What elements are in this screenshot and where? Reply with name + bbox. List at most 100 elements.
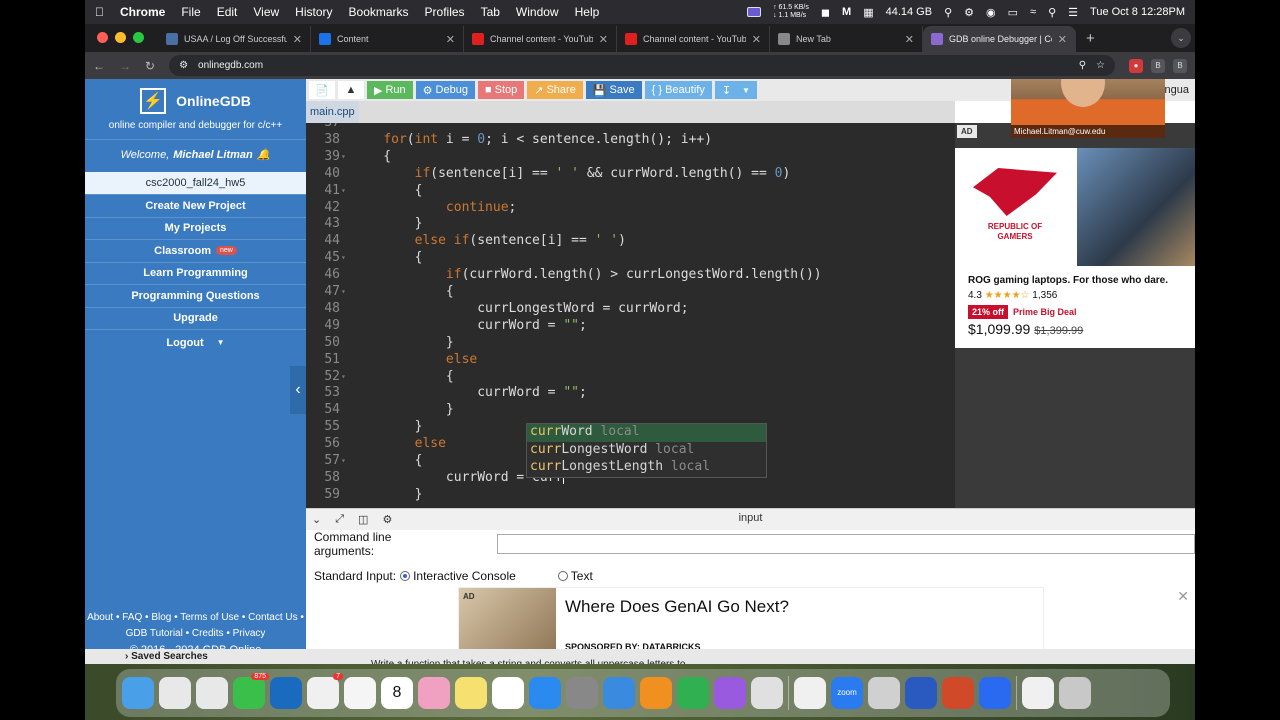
zoom-icon[interactable]: zoom — [831, 677, 863, 709]
browser-tab[interactable]: New Tab ✕ — [770, 26, 923, 52]
fold-arrow-icon[interactable]: ▾ — [341, 152, 346, 161]
collapse-sidebar-button[interactable]: ‹ — [290, 366, 306, 414]
download-button[interactable]: ↧ ▼ — [714, 81, 757, 99]
new-file-icon[interactable]: 📄 — [309, 81, 335, 99]
autocomplete-item[interactable]: currLongestWord local — [527, 442, 766, 460]
control-center-icon[interactable]: ☰ — [1068, 6, 1078, 19]
menu-window[interactable]: Window — [516, 5, 559, 19]
screen-mirroring-icon[interactable] — [747, 7, 762, 17]
back-icon[interactable]: ← — [93, 59, 105, 73]
wifi-icon[interactable]: ≈ — [1030, 6, 1036, 18]
feedback-icon[interactable] — [714, 677, 746, 709]
sidebar-item-learn-programming[interactable]: Learn Programming — [85, 261, 306, 285]
clock[interactable]: Tue Oct 8 12:28PM — [1090, 6, 1185, 18]
autocomplete-item[interactable]: currWord local — [527, 424, 766, 442]
trash-icon[interactable] — [1059, 677, 1091, 709]
menu-edit[interactable]: Edit — [217, 5, 238, 19]
apple-icon[interactable]:  — [95, 5, 104, 19]
extension-icon[interactable]: ● — [1129, 58, 1143, 73]
close-tab-icon[interactable]: ✕ — [293, 33, 302, 46]
code-line[interactable]: } — [352, 335, 454, 350]
current-project[interactable]: csc2000_fall24_hw5 — [85, 172, 306, 194]
close-tab-icon[interactable]: ✕ — [446, 33, 455, 46]
site-info-icon[interactable]: ⚙ — [179, 60, 188, 71]
code-line[interactable]: currLongestWord = currWord; — [352, 301, 688, 316]
menu-file[interactable]: File — [181, 5, 200, 19]
browser-tab[interactable]: Channel content - YouTube S ✕ — [464, 26, 617, 52]
camera-icon[interactable]: ◼ — [821, 6, 830, 19]
code-line[interactable]: } — [352, 216, 423, 231]
share-button[interactable]: ↗ Share — [527, 81, 583, 99]
chrome-icon[interactable] — [196, 677, 228, 709]
browser-tab[interactable]: Channel content - YouTube S ✕ — [617, 26, 770, 52]
address-field[interactable]: ⚙ onlinegdb.com ⚲ ☆ — [169, 55, 1115, 76]
close-window-button[interactable] — [97, 32, 108, 43]
extension-icon[interactable]: B — [1151, 58, 1165, 73]
document-icon[interactable] — [1022, 677, 1054, 709]
file-tab-main[interactable]: main.cpp — [306, 101, 359, 123]
rog-ad[interactable]: REPUBLIC OF GAMERS ROG gaming laptops. Fo… — [955, 148, 1195, 348]
system-settings-icon[interactable] — [566, 677, 598, 709]
expand-icon[interactable]: ⤢ — [335, 513, 344, 526]
fold-arrow-icon[interactable]: ▾ — [341, 287, 346, 296]
forward-icon[interactable]: → — [119, 59, 131, 73]
sidebar-item-classroom[interactable]: Classroom new — [85, 239, 306, 262]
close-tab-icon[interactable]: ✕ — [599, 33, 608, 46]
minimize-window-button[interactable] — [115, 32, 126, 43]
word-icon[interactable] — [905, 677, 937, 709]
code-editor[interactable]: 3738 for(int i = 0; i < sentence.length(… — [306, 123, 955, 508]
code-line[interactable]: for(int i = 0; i < sentence.length(); i+… — [352, 132, 712, 147]
radio-interactive-console[interactable] — [400, 571, 411, 581]
save-button[interactable]: 💾 Save — [585, 81, 642, 99]
search-icon[interactable]: ⚲ — [1048, 6, 1056, 19]
pages-icon[interactable] — [640, 677, 672, 709]
outlook-icon[interactable] — [270, 677, 302, 709]
menu-history[interactable]: History — [295, 5, 332, 19]
keynote-icon[interactable] — [603, 677, 635, 709]
maximize-window-button[interactable] — [133, 32, 144, 43]
slack-icon[interactable]: 7 — [307, 673, 343, 709]
chevron-down-icon[interactable]: ⌄ — [312, 513, 321, 526]
code-line[interactable]: } — [352, 419, 423, 434]
footer-links-1[interactable]: About • FAQ • Blog • Terms of Use • Cont… — [85, 610, 306, 626]
messages-icon[interactable]: 875 — [233, 673, 269, 709]
sidebar-item-create-project[interactable]: Create New Project — [85, 194, 306, 217]
memory-icon[interactable]: ▦ — [863, 6, 873, 19]
sidebar-item-my-projects[interactable]: My Projects — [85, 216, 306, 240]
beautify-button[interactable]: { } Beautify — [644, 81, 712, 99]
code-line[interactable]: } — [352, 487, 423, 502]
bookmark-star-icon[interactable]: ☆ — [1096, 60, 1105, 71]
close-tab-icon[interactable]: ✕ — [905, 33, 914, 46]
code-line[interactable]: currWord = ""; — [352, 385, 587, 400]
launchpad-icon[interactable] — [159, 677, 191, 709]
reload-icon[interactable]: ↻ — [145, 59, 155, 73]
close-tab-icon[interactable]: ✕ — [1058, 33, 1067, 46]
fold-arrow-icon[interactable]: ▾ — [341, 186, 346, 195]
close-icon[interactable]: ✕ — [1177, 588, 1189, 605]
layout-icon[interactable]: ◫ — [358, 513, 368, 526]
code-line[interactable]: { — [352, 149, 391, 164]
numbers-icon[interactable] — [677, 677, 709, 709]
sidebar-item-programming-questions[interactable]: Programming Questions — [85, 284, 306, 307]
notes-icon[interactable] — [455, 677, 487, 709]
debug-button[interactable]: ⚙ Debug — [415, 81, 475, 99]
fold-arrow-icon[interactable]: ▾ — [341, 456, 346, 465]
chatgpt-icon[interactable] — [794, 677, 826, 709]
code-line[interactable]: { — [352, 183, 423, 198]
ad-title[interactable]: ROG gaming laptops. For those who dare. — [968, 275, 1168, 286]
menu-view[interactable]: View — [253, 5, 279, 19]
vpn-icon[interactable]: ◉ — [986, 6, 996, 19]
code-line[interactable]: currWord = ""; — [352, 318, 587, 333]
malwarebytes-icon[interactable]: M — [842, 6, 851, 18]
gear-icon[interactable]: ⚙ — [382, 513, 392, 526]
code-line[interactable]: else if(sentence[i] == ' ') — [352, 233, 626, 248]
logo[interactable]: ⚡ OnlineGDB online compiler and debugger… — [85, 79, 306, 139]
code-line[interactable]: { — [352, 284, 454, 299]
stop-button[interactable]: ■ Stop — [477, 81, 525, 99]
code-line[interactable]: { — [352, 453, 423, 468]
browser-tab[interactable]: USAA / Log Off Successful ✕ — [158, 26, 311, 52]
code-line[interactable]: continue; — [352, 200, 516, 215]
code-line[interactable]: if(currWord.length() > currLongestWord.l… — [352, 267, 822, 282]
menu-tab[interactable]: Tab — [481, 5, 500, 19]
browser-tab[interactable]: Content ✕ — [311, 26, 464, 52]
